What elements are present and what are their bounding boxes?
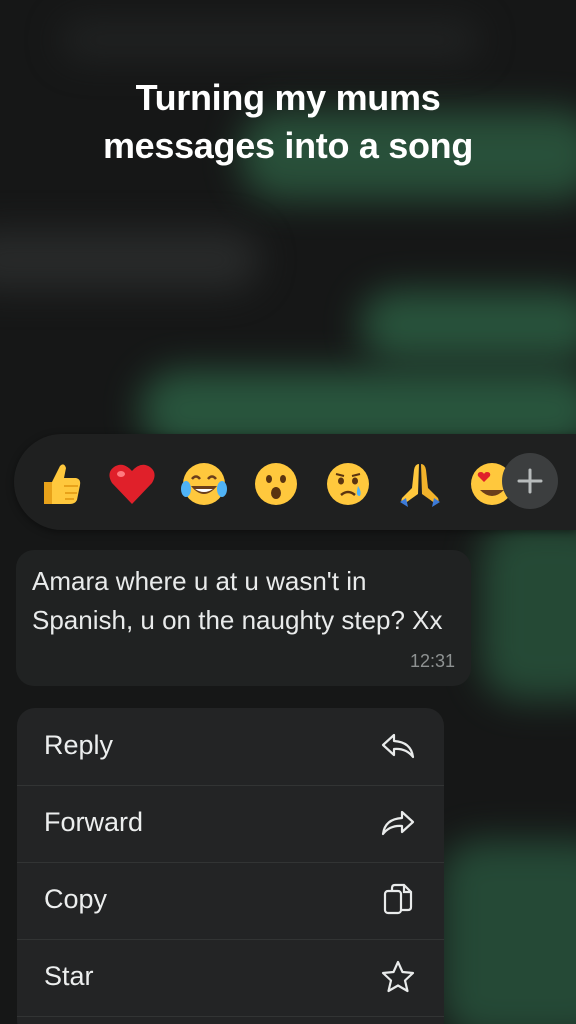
caption-line-2: messages into a song — [102, 125, 474, 166]
add-reaction-button[interactable] — [502, 453, 558, 509]
blurred-background — [60, 20, 480, 60]
message-bubble[interactable]: Amara where u at u wasn't in Spanish, u … — [16, 550, 471, 686]
copy-icon — [383, 883, 413, 915]
menu-item-label: Star — [44, 961, 94, 991]
message-time: 12:31 — [409, 651, 455, 671]
star-icon — [381, 960, 415, 993]
forward-icon — [381, 810, 415, 836]
crying-face-icon[interactable] — [322, 458, 374, 510]
blurred-background — [360, 290, 576, 360]
plus-icon — [517, 468, 543, 494]
menu-item-copy[interactable]: Copy — [17, 862, 444, 940]
blurred-background — [440, 840, 576, 1024]
folded-hands-icon[interactable] — [394, 458, 446, 510]
reaction-bar — [14, 434, 576, 530]
message-text: Amara where u at u wasn't in Spanish, u … — [32, 566, 443, 635]
surprised-face-icon[interactable] — [250, 458, 302, 510]
menu-item-label: Forward — [44, 807, 144, 837]
red-heart-icon[interactable] — [106, 458, 158, 510]
video-caption: Turning my mums messages into a song — [0, 74, 576, 170]
menu-item-star[interactable]: Star — [17, 939, 444, 1017]
menu-item-label: Reply — [44, 730, 114, 760]
caption-line-1: Turning my mums — [135, 77, 441, 118]
screen: Turning my mums messages into a song Ama… — [0, 0, 576, 1024]
blurred-background — [480, 520, 576, 700]
tears-of-joy-icon[interactable] — [178, 458, 230, 510]
menu-item-forward[interactable]: Forward — [17, 785, 444, 863]
reply-icon — [381, 733, 415, 759]
context-menu: Reply Forward Copy Star — [17, 708, 444, 1024]
thumbs-up-icon[interactable] — [34, 458, 86, 510]
blurred-background — [0, 230, 260, 290]
menu-item-reply[interactable]: Reply — [17, 708, 444, 786]
menu-item-label: Copy — [44, 884, 108, 914]
